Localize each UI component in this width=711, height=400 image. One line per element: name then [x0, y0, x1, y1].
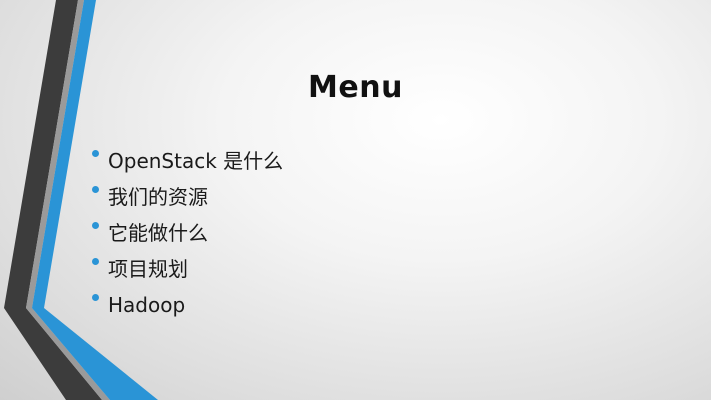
bullet-dot-icon	[92, 258, 99, 265]
bullet-text: 我们的资源	[108, 185, 208, 209]
bullet-dot-icon	[92, 294, 99, 301]
slide-title: Menu	[308, 70, 403, 105]
bullet-text: 项目规划	[108, 257, 188, 281]
bullet-text: 它能做什么	[108, 221, 208, 245]
bullet-dot-icon	[92, 150, 99, 157]
bullet-dot-icon	[92, 186, 99, 193]
bullet-item: 我们的资源	[92, 181, 283, 217]
bullet-dot-icon	[92, 222, 99, 229]
bullet-item: 它能做什么	[92, 217, 283, 253]
bullet-text: Hadoop	[108, 293, 186, 317]
bullet-item: 项目规划	[92, 253, 283, 289]
slide: Menu OpenStack 是什么 我们的资源 它能做什么 项目规划 Hado…	[0, 0, 711, 400]
bullet-text: OpenStack 是什么	[108, 149, 284, 173]
bullet-list: OpenStack 是什么 我们的资源 它能做什么 项目规划 Hadoop	[92, 145, 283, 325]
bullet-item: Hadoop	[92, 289, 283, 325]
bullet-item: OpenStack 是什么	[92, 145, 283, 181]
